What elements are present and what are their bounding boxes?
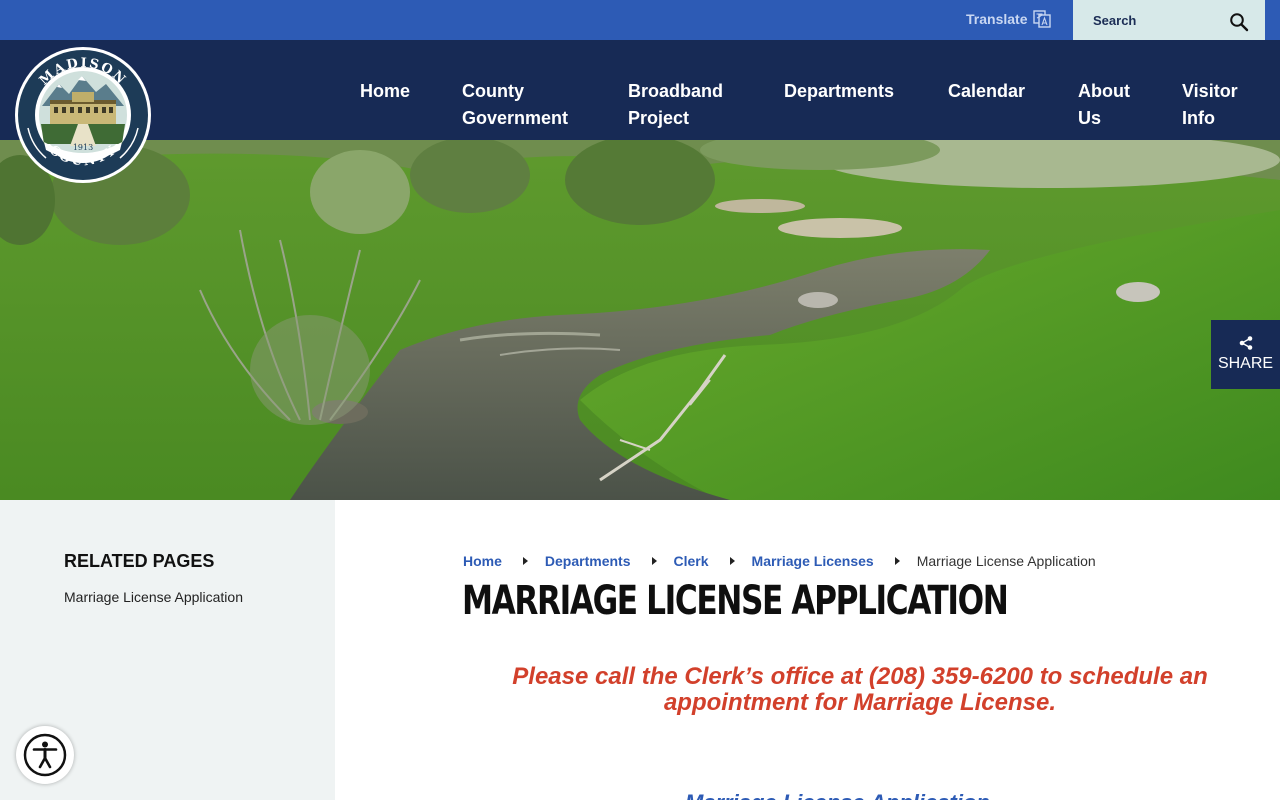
breadcrumb-separator-icon: [522, 557, 528, 565]
accessibility-icon: [23, 733, 67, 777]
breadcrumb-home[interactable]: Home: [463, 553, 502, 569]
breadcrumb-current: Marriage License Application: [916, 553, 1096, 569]
nav-item-departments[interactable]: Departments: [784, 78, 894, 105]
nav-item-label: Broadband: [628, 81, 724, 101]
main-content: Home Departments Clerk Marriage Licenses…: [335, 500, 1280, 800]
nav-item-label: Departments: [784, 81, 895, 101]
nav-item-label-line2: Project: [628, 108, 690, 128]
nav-item-calendar[interactable]: Calendar: [948, 78, 1025, 105]
nav-item-broadband-project[interactable]: Broadband Project: [628, 78, 723, 132]
breadcrumb-separator-icon: [651, 557, 657, 565]
main-nav: Home County Government Broadband Project…: [0, 40, 1280, 140]
nav-item-label-line2: Info: [1182, 108, 1215, 128]
sidebar-title: RELATED PAGES: [64, 551, 215, 571]
share-label: SHARE: [1217, 355, 1274, 372]
nav-item-county-government[interactable]: County Government: [462, 78, 568, 132]
share-button[interactable]: SHARE: [1211, 320, 1280, 389]
nav-item-label: County: [462, 81, 524, 101]
hero-image: [0, 140, 1280, 500]
hero-landscape-illustration: [0, 140, 1280, 500]
search-input[interactable]: [1093, 12, 1223, 28]
nav-item-label: About: [1078, 81, 1130, 101]
seal-year: 1913: [73, 143, 93, 152]
translate-button[interactable]: Translate: [966, 10, 1052, 28]
section-heading: Marriage License Application: [685, 790, 990, 800]
sidebar-link-marriage-license-application[interactable]: Marriage License Application: [64, 589, 243, 605]
nav-item-label: Home: [360, 81, 411, 101]
search-box: [1073, 0, 1265, 40]
translate-label: Translate: [966, 11, 1028, 27]
schedule-notice: Please call the Clerk’s office at (208) …: [512, 663, 1208, 716]
nav-item-label-line2: Us: [1078, 108, 1102, 128]
county-seal-logo[interactable]: 1913 MADISON COUNTY: [14, 46, 152, 184]
nav-item-about-us[interactable]: About Us: [1078, 78, 1130, 132]
breadcrumb-clerk[interactable]: Clerk: [674, 553, 709, 569]
breadcrumb: Home Departments Clerk Marriage Licenses…: [463, 553, 1096, 569]
nav-item-label: Visitor: [1182, 81, 1238, 101]
breadcrumb-departments[interactable]: Departments: [545, 553, 631, 569]
breadcrumb-separator-icon: [894, 557, 900, 565]
nav-item-visitor-info[interactable]: Visitor Info: [1182, 78, 1238, 132]
breadcrumb-separator-icon: [729, 557, 735, 565]
accessibility-button[interactable]: [16, 726, 74, 784]
page-title: Marriage License Application: [462, 578, 1009, 624]
translate-icon: [1033, 10, 1052, 28]
search-icon[interactable]: [1229, 12, 1249, 32]
share-icon: [1239, 336, 1252, 350]
breadcrumb-marriage-licenses[interactable]: Marriage Licenses: [752, 553, 874, 569]
nav-item-label-line2: Government: [462, 108, 569, 128]
nav-item-label: Calendar: [948, 81, 1026, 101]
nav-item-home[interactable]: Home: [360, 78, 410, 105]
utility-bar: Translate: [0, 0, 1280, 40]
